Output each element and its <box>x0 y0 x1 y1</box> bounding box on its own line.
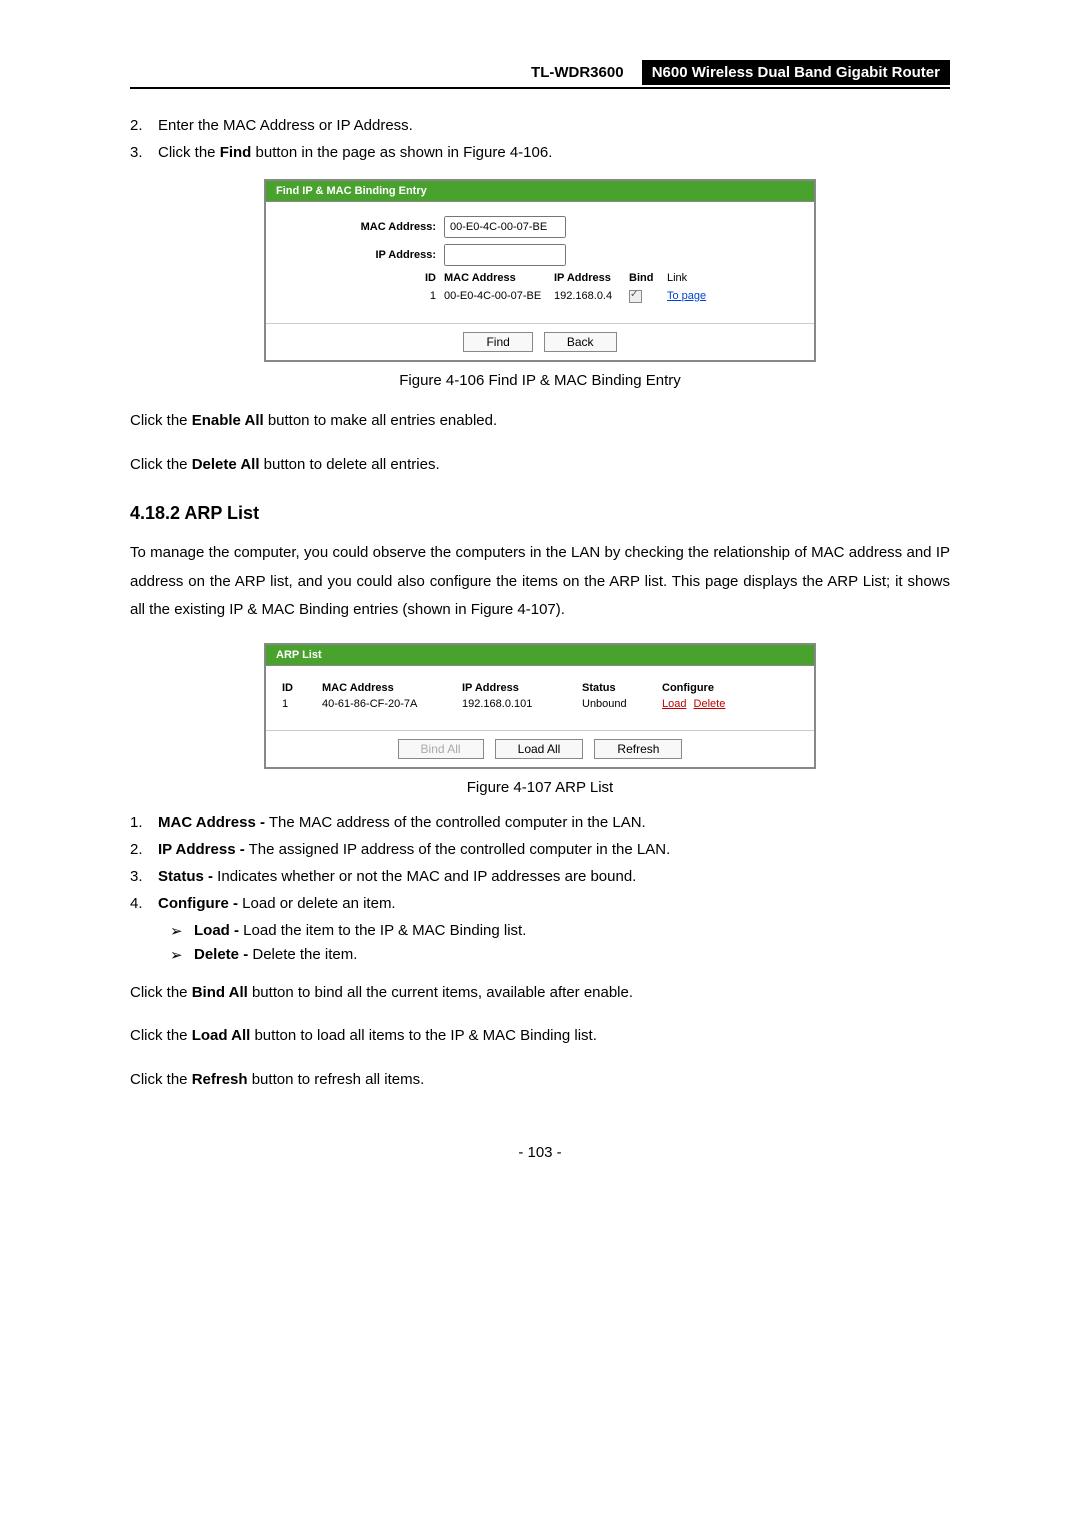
refresh-button[interactable]: Refresh <box>594 739 682 759</box>
delete-link[interactable]: Delete <box>694 698 726 710</box>
col-bind: Bind <box>629 272 667 284</box>
figure-find-binding: Find IP & MAC Binding Entry MAC Address:… <box>264 179 816 362</box>
row-ip: 192.168.0.101 <box>462 698 582 710</box>
product-label: N600 Wireless Dual Band Gigabit Router <box>642 60 950 85</box>
figure-arp-list: ARP List ID MAC Address IP Address Statu… <box>264 643 816 769</box>
figure-title: Find IP & MAC Binding Entry <box>266 181 814 202</box>
load-link[interactable]: Load <box>662 698 686 710</box>
figure-caption: Figure 4-107 ARP List <box>130 779 950 796</box>
row-id: 1 <box>276 290 444 303</box>
to-page-link[interactable]: To page <box>667 290 706 302</box>
ip-input[interactable] <box>444 244 566 266</box>
paragraph: Click the Refresh button to refresh all … <box>130 1066 950 1095</box>
section-heading: 4.18.2 ARP List <box>130 503 950 524</box>
col-mac: MAC Address <box>444 272 554 284</box>
check-icon <box>629 290 642 303</box>
figure-title: ARP List <box>266 645 814 666</box>
col-link: Link <box>667 272 687 284</box>
back-button[interactable]: Back <box>544 332 617 352</box>
load-all-button[interactable]: Load All <box>495 739 584 759</box>
ip-label: IP Address: <box>276 249 444 261</box>
paragraph: Click the Bind All button to bind all th… <box>130 979 950 1008</box>
mac-input[interactable] <box>444 216 566 238</box>
paragraph: Click the Load All button to load all it… <box>130 1022 950 1051</box>
model-label: TL-WDR3600 <box>523 62 632 83</box>
sublist-text: Load - Load the item to the IP & MAC Bin… <box>194 922 526 940</box>
paragraph: Click the Delete All button to delete al… <box>130 451 950 480</box>
arrow-icon: ➢ <box>170 922 194 940</box>
mac-label: MAC Address: <box>276 221 444 233</box>
col-mac: MAC Address <box>322 682 462 694</box>
row-ip: 192.168.0.4 <box>554 290 629 303</box>
row-id: 1 <box>282 698 322 710</box>
step-number: 2. <box>130 117 158 134</box>
col-ip: IP Address <box>554 272 629 284</box>
sublist-text: Delete - Delete the item. <box>194 946 357 964</box>
arrow-icon: ➢ <box>170 946 194 964</box>
step-text: Click the Find button in the page as sho… <box>158 144 552 161</box>
find-button[interactable]: Find <box>463 332 532 352</box>
bind-all-button[interactable]: Bind All <box>398 739 484 759</box>
list-text: MAC Address - The MAC address of the con… <box>158 814 646 831</box>
section-intro: To manage the computer, you could observ… <box>130 539 950 625</box>
paragraph: Click the Enable All button to make all … <box>130 407 950 436</box>
list-text: Configure - Load or delete an item. <box>158 895 396 912</box>
row-mac: 00-E0-4C-00-07-BE <box>444 290 554 303</box>
col-status: Status <box>582 682 662 694</box>
id-header: ID <box>276 272 444 284</box>
list-number: 1. <box>130 814 158 831</box>
list-text: Status - Indicates whether or not the MA… <box>158 868 636 885</box>
list-number: 2. <box>130 841 158 858</box>
col-id: ID <box>282 682 322 694</box>
col-ip: IP Address <box>462 682 582 694</box>
step-text: Enter the MAC Address or IP Address. <box>158 117 413 134</box>
header-bar: TL-WDR3600 N600 Wireless Dual Band Gigab… <box>130 60 950 89</box>
row-mac: 40-61-86-CF-20-7A <box>322 698 462 710</box>
list-number: 4. <box>130 895 158 912</box>
row-status: Unbound <box>582 698 662 710</box>
page-number: - 103 - <box>130 1144 950 1161</box>
col-configure: Configure <box>662 682 798 694</box>
list-text: IP Address - The assigned IP address of … <box>158 841 670 858</box>
step-number: 3. <box>130 144 158 161</box>
row-bind <box>629 290 667 303</box>
figure-caption: Figure 4-106 Find IP & MAC Binding Entry <box>130 372 950 389</box>
list-number: 3. <box>130 868 158 885</box>
